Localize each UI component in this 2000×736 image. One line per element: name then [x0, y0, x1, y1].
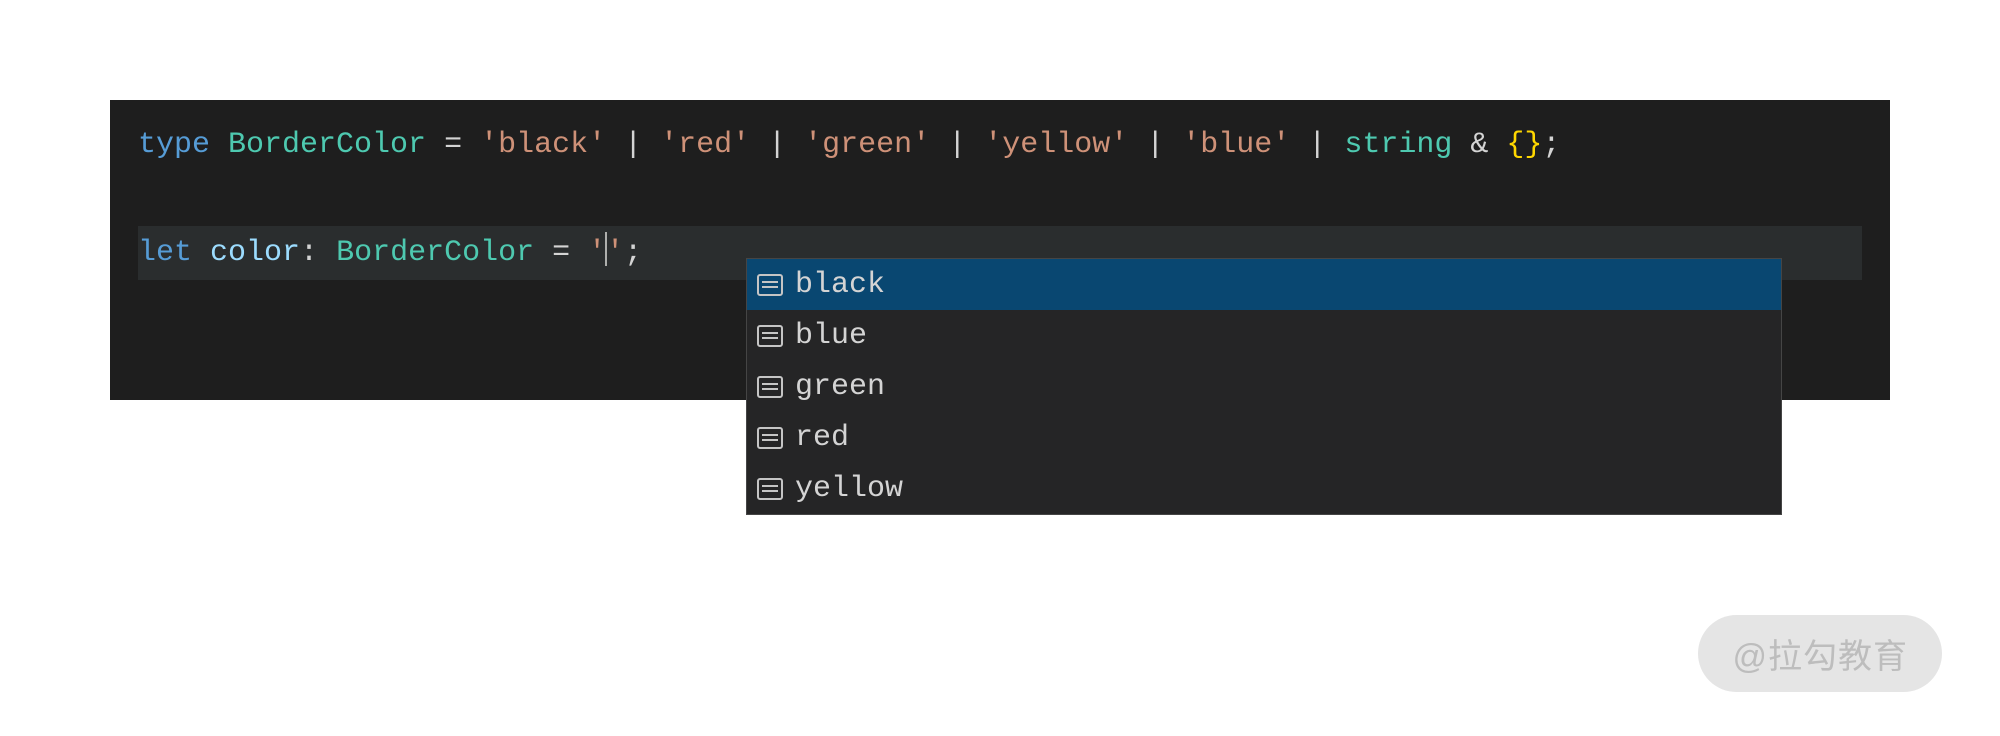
type-name: BorderColor — [336, 236, 534, 270]
identifier: color — [210, 236, 300, 270]
suggest-item-green[interactable]: green — [747, 361, 1781, 412]
operator-amp: & — [1452, 128, 1506, 162]
enum-member-icon — [757, 376, 783, 398]
enum-member-icon — [757, 427, 783, 449]
code-editor[interactable]: type BorderColor = 'black' | 'red' | 'gr… — [110, 100, 1890, 400]
operator-pipe: | — [1128, 128, 1182, 162]
colon: : — [300, 236, 336, 270]
string-literal: 'green' — [804, 128, 930, 162]
braces: {} — [1506, 128, 1542, 162]
operator-pipe: | — [1290, 128, 1344, 162]
suggest-item-red[interactable]: red — [747, 412, 1781, 463]
operator-pipe: | — [930, 128, 984, 162]
semicolon: ; — [624, 236, 642, 270]
intellisense-popup[interactable]: black blue green red yellow — [746, 258, 1782, 515]
keyword-let: let — [138, 236, 192, 270]
string-quote-close: ' — [606, 236, 624, 270]
keyword-type: type — [138, 128, 210, 162]
enum-member-icon — [757, 274, 783, 296]
code-line-1: type BorderColor = 'black' | 'red' | 'gr… — [138, 118, 1862, 172]
string-literal: 'red' — [660, 128, 750, 162]
type-name: BorderColor — [228, 128, 426, 162]
suggest-item-black[interactable]: black — [747, 259, 1781, 310]
suggest-label: yellow — [795, 472, 903, 506]
enum-member-icon — [757, 478, 783, 500]
semicolon: ; — [1542, 128, 1560, 162]
watermark-badge: @拉勾教育 — [1698, 615, 1942, 692]
suggest-label: red — [795, 421, 849, 455]
suggest-label: blue — [795, 319, 867, 353]
suggest-item-yellow[interactable]: yellow — [747, 463, 1781, 514]
string-literal: 'blue' — [1182, 128, 1290, 162]
operator-pipe: | — [750, 128, 804, 162]
string-literal: 'yellow' — [984, 128, 1128, 162]
suggest-label: black — [795, 268, 885, 302]
enum-member-icon — [757, 325, 783, 347]
operator-pipe: | — [606, 128, 660, 162]
builtin-type: string — [1344, 128, 1452, 162]
string-literal: 'black' — [480, 128, 606, 162]
operator-eq: = — [426, 128, 480, 162]
operator-eq: = — [534, 236, 588, 270]
suggest-label: green — [795, 370, 885, 404]
string-quote-open: ' — [588, 236, 606, 270]
code-line-2 — [138, 172, 1862, 226]
suggest-item-blue[interactable]: blue — [747, 310, 1781, 361]
